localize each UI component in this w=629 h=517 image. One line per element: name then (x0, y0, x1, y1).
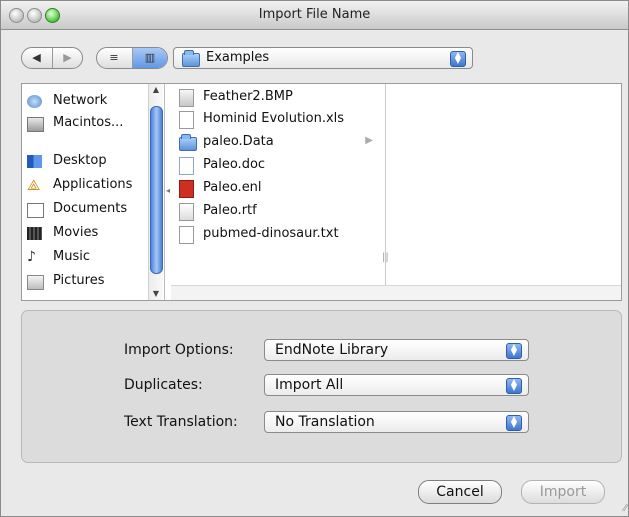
sidebar-item-documents[interactable]: Documents (22, 199, 144, 219)
import-file-dialog: Import File Name ◀ ▶ ≡ ▥ Examples ▲ ▼ Net… (0, 0, 629, 517)
folder-location-popup[interactable]: Examples ▲ ▼ (173, 47, 473, 69)
back-icon[interactable]: ◀ (22, 48, 51, 68)
sidebar-item-macintosh[interactable]: Macintos... (22, 113, 144, 133)
resize-grip-icon[interactable]: ⁄⁄ (615, 503, 627, 515)
import-options-select[interactable]: EndNote Library ▲ ▼ (264, 339, 529, 361)
applications-icon: ⟁ (27, 176, 41, 194)
movies-icon (27, 227, 42, 240)
sidebar-item-network[interactable]: Network (22, 91, 144, 111)
text-translation-select[interactable]: No Translation ▲ ▼ (264, 411, 529, 433)
column-resize-handle[interactable]: || (382, 252, 389, 263)
import-button[interactable]: Import (521, 480, 605, 504)
sidebar-item-label: Applications (53, 177, 133, 192)
import-options-value: EndNote Library (275, 342, 389, 358)
window-title: Import File Name (258, 7, 371, 22)
desktop-icon (27, 155, 42, 168)
sidebar-item-label: Pictures (53, 273, 105, 288)
current-folder-label: Examples (206, 50, 270, 65)
file-name: Paleo.rtf (203, 203, 257, 218)
hard-drive-icon (27, 117, 44, 132)
word-document-icon (179, 157, 194, 175)
sidebar-item-music[interactable]: ♪ Music (22, 247, 144, 267)
duplicates-label: Duplicates: (124, 377, 203, 393)
file-name: Feather2.BMP (203, 89, 293, 104)
sidebar-scroll-thumb[interactable] (150, 106, 163, 274)
duplicates-select[interactable]: Import All ▲ ▼ (264, 374, 529, 396)
sidebar-item-label: Documents (53, 201, 128, 216)
rtf-document-icon (179, 203, 194, 221)
text-file-icon (179, 226, 194, 244)
folder-icon (179, 134, 197, 151)
file-name: Paleo.doc (203, 157, 266, 172)
file-name: pubmed-dinosaur.txt (203, 226, 339, 241)
file-browser: Network Macintos... Desktop ⟁ Applicatio… (21, 83, 622, 301)
file-list-horizontal-scrollbar[interactable] (171, 285, 621, 300)
popup-arrows-icon: ▲ ▼ (506, 343, 522, 359)
network-icon (27, 95, 42, 108)
file-name: Paleo.enl (203, 180, 262, 195)
list-view-icon[interactable]: ≡ (97, 48, 131, 68)
popup-arrows-icon: ▲ ▼ (506, 415, 522, 431)
sidebar-item-desktop[interactable]: Desktop (22, 151, 144, 171)
pane-resize-handle[interactable]: ◂ (166, 186, 170, 195)
sidebar-item-label: Music (53, 249, 90, 264)
list-item-pubmed-dinosaur[interactable]: pubmed-dinosaur.txt (171, 224, 385, 244)
list-item-paleo-enl[interactable]: Paleo.enl (171, 178, 385, 198)
list-item-paleo-doc[interactable]: Paleo.doc (171, 155, 385, 175)
sidebar-item-movies[interactable]: Movies (22, 223, 144, 243)
view-mode-control[interactable]: ≡ ▥ (96, 47, 168, 69)
pictures-icon (27, 275, 44, 290)
import-options-panel: Import Options: EndNote Library ▲ ▼ Dupli… (21, 310, 622, 463)
popup-arrows-icon: ▲ ▼ (450, 51, 466, 67)
navigation-segmented-control[interactable]: ◀ ▶ (21, 47, 83, 69)
sidebar-item-label: Network (53, 93, 108, 108)
text-translation-label: Text Translation: (124, 414, 238, 430)
forward-icon[interactable]: ▶ (53, 48, 82, 68)
cancel-button[interactable]: Cancel (418, 480, 502, 504)
sidebar-item-applications[interactable]: ⟁ Applications (22, 175, 144, 195)
music-icon: ♪ (27, 249, 36, 265)
popup-arrows-icon: ▲ ▼ (506, 378, 522, 394)
folder-icon (182, 50, 200, 67)
scroll-up-icon[interactable]: ▲ (149, 84, 163, 96)
sidebar-scrollbar[interactable]: ▲ ▼ (148, 84, 163, 300)
file-name: Hominid Evolution.xls (203, 111, 345, 126)
list-item-hominid-evolution[interactable]: Hominid Evolution.xls (171, 109, 385, 129)
sidebar-item-label: Macintos... (53, 115, 124, 130)
list-item-paleo-rtf[interactable]: Paleo.rtf (171, 201, 385, 221)
file-list-column: Feather2.BMP Hominid Evolution.xls paleo… (171, 84, 389, 300)
scroll-down-icon[interactable]: ▼ (149, 288, 163, 300)
list-item-paleo-data[interactable]: paleo.Data ▶ (171, 132, 385, 152)
text-translation-value: No Translation (275, 414, 375, 430)
endnote-library-icon (179, 180, 194, 198)
title-bar[interactable]: Import File Name (1, 1, 628, 30)
import-options-label: Import Options: (124, 342, 234, 358)
sidebar-item-pictures[interactable]: Pictures (22, 271, 144, 291)
sidebar: Network Macintos... Desktop ⟁ Applicatio… (22, 84, 165, 300)
file-name: paleo.Data (203, 134, 274, 149)
disclosure-arrow-icon: ▶ (365, 135, 373, 146)
duplicates-value: Import All (275, 377, 344, 393)
sidebar-item-label: Desktop (53, 153, 107, 168)
documents-icon (27, 203, 44, 218)
sidebar-item-label: Movies (53, 225, 99, 240)
image-file-icon (179, 89, 194, 107)
column-view-icon[interactable]: ▥ (133, 48, 167, 68)
list-item-feather2[interactable]: Feather2.BMP (171, 87, 385, 107)
document-file-icon (179, 111, 194, 129)
